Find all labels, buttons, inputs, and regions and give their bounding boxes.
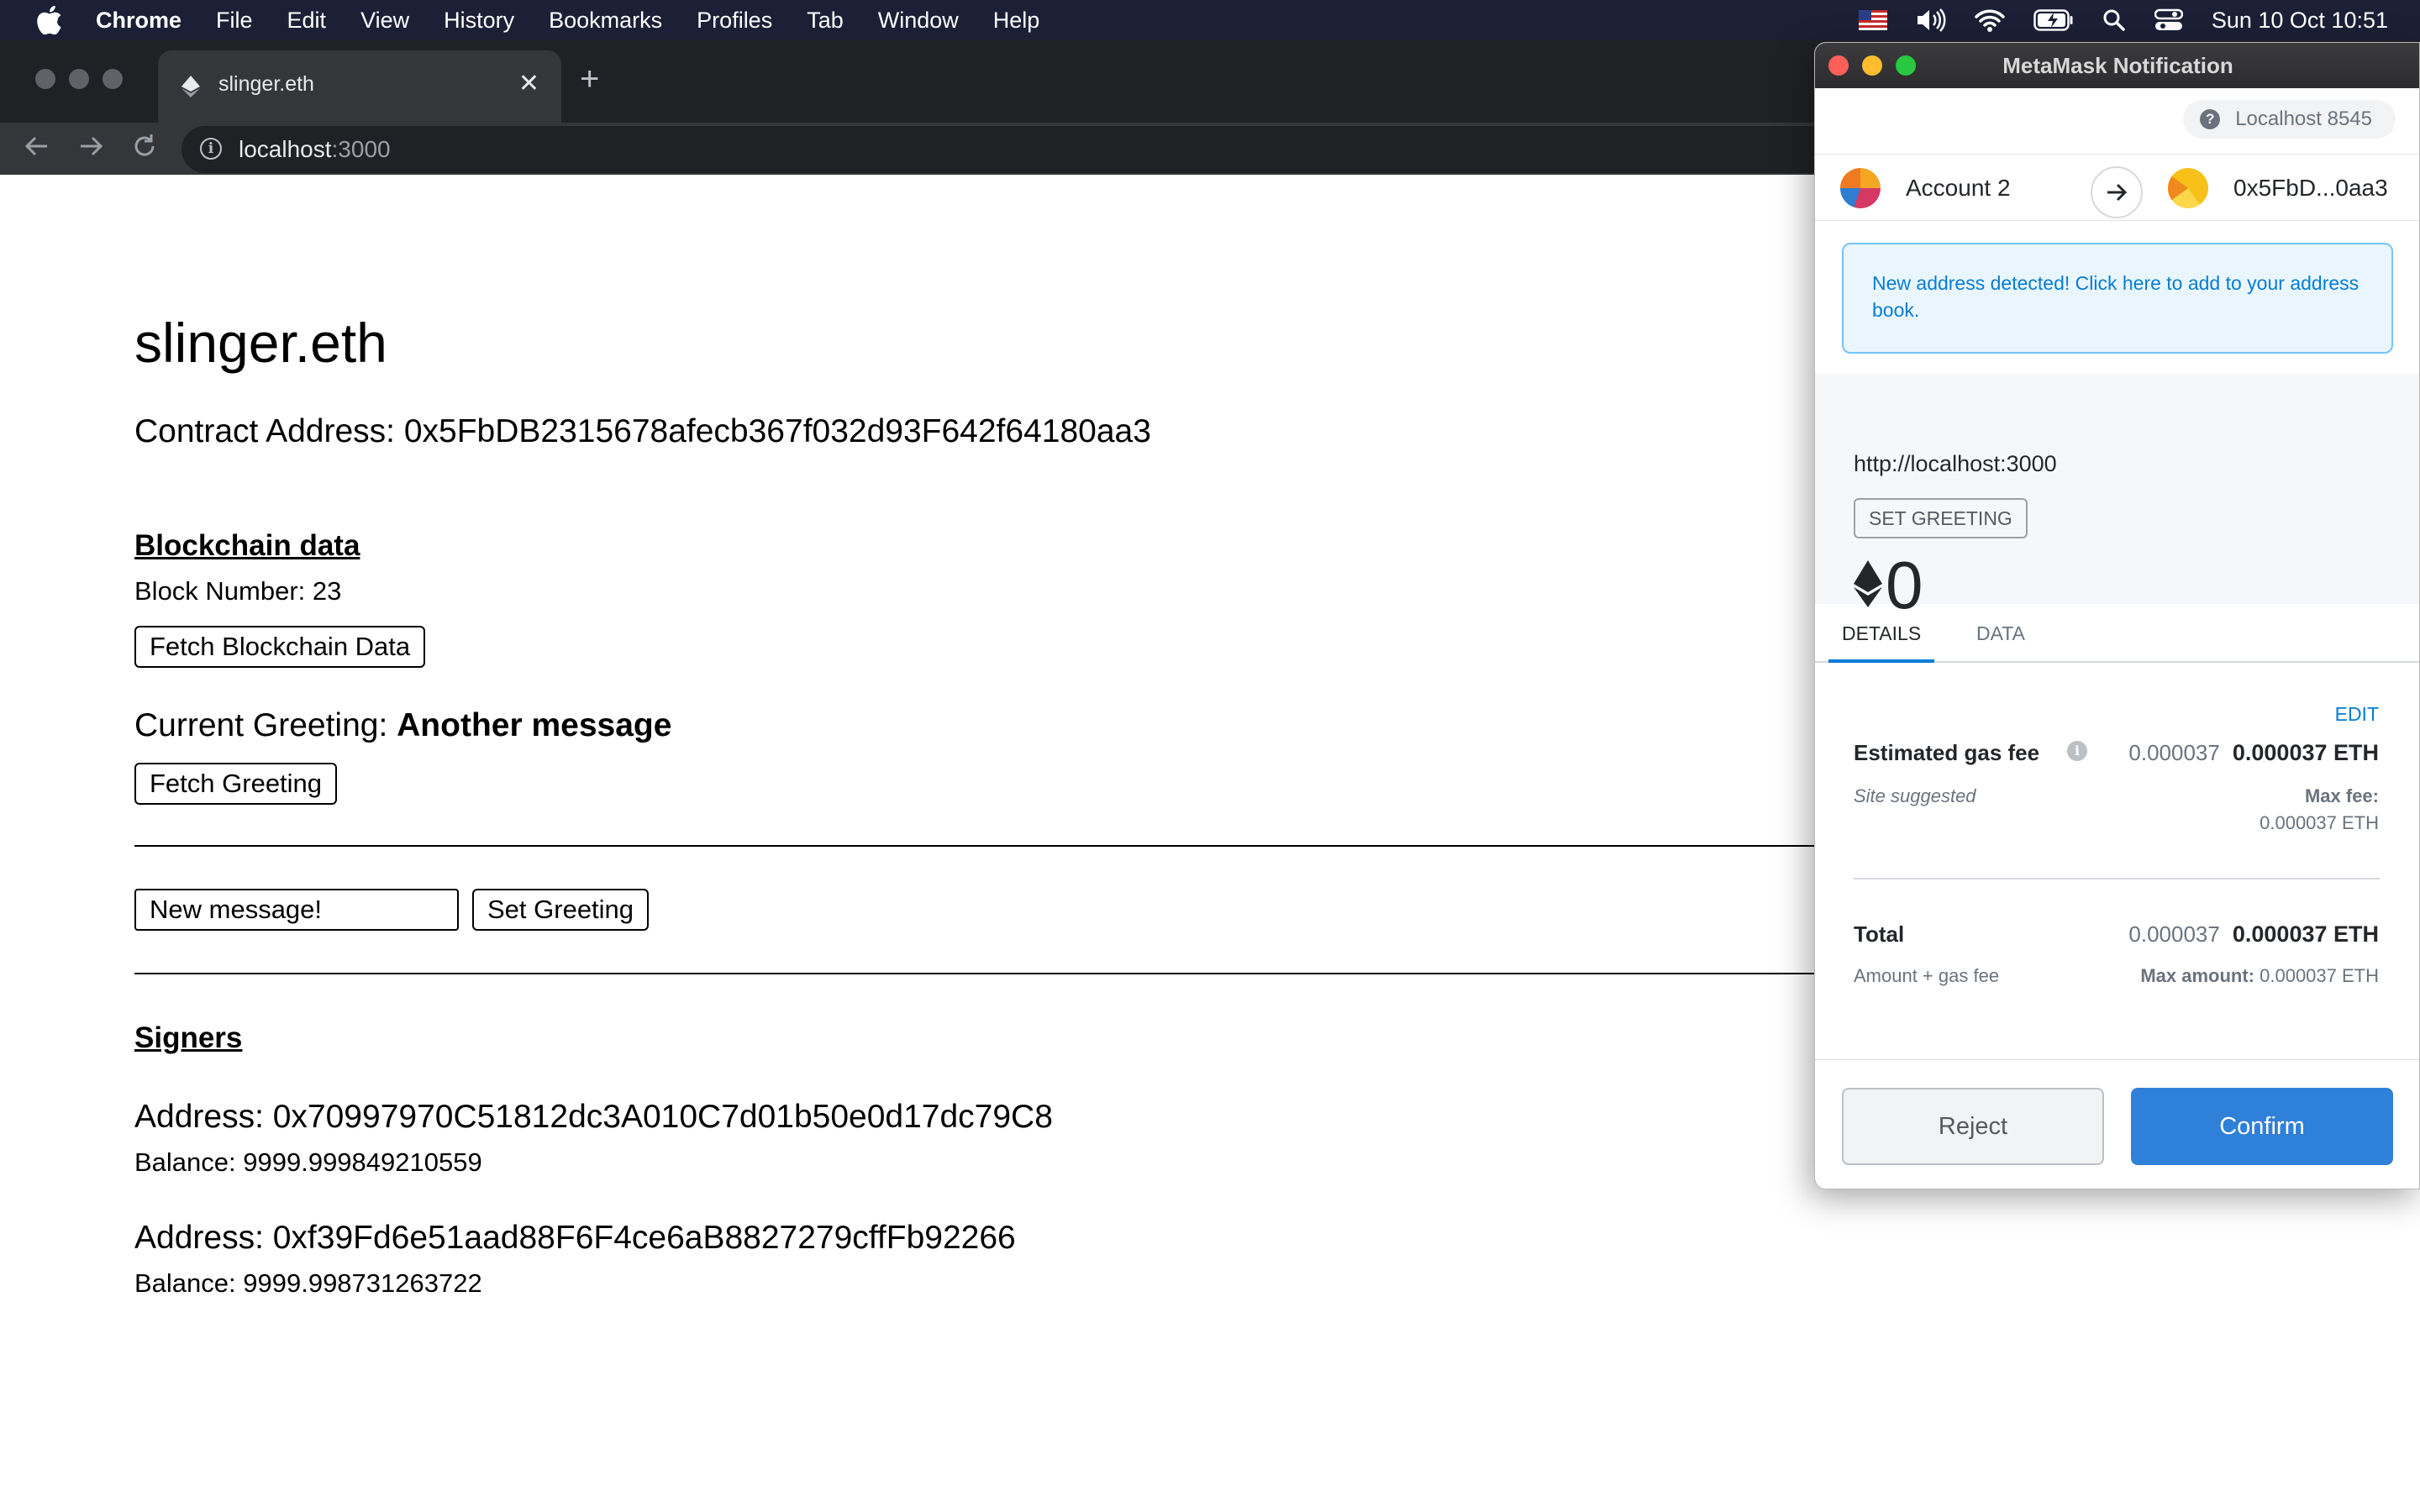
- browser-tab[interactable]: slinger.eth ✕: [158, 50, 561, 123]
- contract-address: Contract Address: 0x5FbDB2315678afecb367…: [134, 413, 1151, 449]
- arrow-right-icon: [2091, 166, 2143, 218]
- url-host: localhost: [239, 136, 332, 162]
- fetch-blockchain-data-button[interactable]: Fetch Blockchain Data: [134, 626, 426, 668]
- active-tab-indicator: [1828, 659, 1934, 663]
- fetch-greeting-button[interactable]: Fetch Greeting: [134, 763, 338, 805]
- max-fee-label: Max fee:: [2304, 785, 2379, 806]
- network-name: Localhost 8545: [2235, 108, 2372, 130]
- menu-view[interactable]: View: [360, 8, 409, 34]
- metamask-window-title: MetaMask Notification: [2002, 52, 2233, 78]
- divider: [134, 973, 1815, 974]
- block-number: Block Number: 23: [134, 576, 342, 606]
- estimated-gas-fee-label: Estimated gas fee: [1854, 740, 2039, 766]
- forward-arrow-icon[interactable]: [77, 133, 104, 167]
- back-arrow-icon[interactable]: [24, 133, 50, 167]
- signer-balance: Balance: 9999.999849210559: [134, 1147, 482, 1177]
- menu-status-area: Sun 10 Oct 10:51: [1858, 0, 2420, 40]
- window-zoom-icon[interactable]: [103, 69, 123, 89]
- current-greeting: Current Greeting: Another message: [134, 707, 671, 744]
- tab-details[interactable]: DETAILS: [1842, 622, 1921, 645]
- new-tab-icon[interactable]: +: [580, 60, 599, 98]
- to-address-avatar: [2168, 168, 2208, 208]
- confirm-button[interactable]: Confirm: [2131, 1088, 2393, 1165]
- metamask-notification-window: MetaMask Notification ? Localhost 8545 A…: [1814, 42, 2420, 1189]
- method-badge: SET GREETING: [1854, 498, 2028, 538]
- control-center-icon[interactable]: [2154, 8, 2183, 32]
- site-info-icon[interactable]: i: [200, 138, 222, 160]
- gas-fee-primary: 0.000037 ETH: [2232, 740, 2379, 765]
- blockchain-data-heading: Blockchain data: [134, 529, 360, 562]
- window-close-icon[interactable]: [1828, 55, 1849, 76]
- from-account-name[interactable]: Account 2: [1906, 175, 2011, 202]
- set-greeting-button[interactable]: Set Greeting: [472, 889, 650, 931]
- reload-icon[interactable]: [131, 133, 158, 167]
- max-amount-label: Max amount:: [2140, 965, 2254, 986]
- menubar-clock[interactable]: Sun 10 Oct 10:51: [2212, 8, 2388, 34]
- from-account-avatar: [1840, 168, 1881, 208]
- spotlight-search-icon[interactable]: [2102, 8, 2126, 32]
- page-title: slinger.eth: [134, 312, 387, 374]
- max-amount-value: 0.000037 ETH: [2260, 965, 2379, 986]
- current-greeting-value: Another message: [397, 707, 672, 743]
- volume-icon[interactable]: [1916, 8, 1946, 32]
- max-amount: Max amount: 0.000037 ETH: [2140, 965, 2379, 987]
- menu-profiles[interactable]: Profiles: [697, 8, 772, 34]
- url-port: :3000: [331, 136, 391, 162]
- total-secondary: 0.000037: [2128, 921, 2220, 947]
- current-greeting-label: Current Greeting:: [134, 707, 397, 743]
- total-label: Total: [1854, 921, 1905, 947]
- window-close-icon[interactable]: [35, 69, 55, 89]
- reject-button[interactable]: Reject: [1842, 1088, 2104, 1165]
- us-flag-icon[interactable]: [1858, 10, 1887, 30]
- gas-fee-secondary: 0.000037: [2128, 740, 2220, 765]
- menu-tab[interactable]: Tab: [807, 8, 844, 34]
- total-value: 0.000037 0.000037 ETH: [2128, 921, 2379, 948]
- battery-icon[interactable]: [2033, 9, 2074, 31]
- signer-address: Address: 0xf39Fd6e51aad88F6F4ce6aB882727…: [134, 1220, 1016, 1256]
- network-selector[interactable]: ? Localhost 8545: [2183, 100, 2396, 139]
- amount-gas-fee-label: Amount + gas fee: [1854, 965, 2000, 986]
- network-question-icon: ?: [2200, 109, 2221, 129]
- message-input-value: New message!: [150, 895, 323, 924]
- account-row: Account 2 0x5FbD...0aa3: [1815, 154, 2419, 221]
- divider: [1854, 878, 2380, 879]
- menu-history[interactable]: History: [444, 8, 514, 34]
- tab-title: slinger.eth: [218, 72, 314, 96]
- estimated-gas-fee-value: 0.000037 0.000037 ETH: [2128, 740, 2379, 766]
- footer-divider: [1815, 1059, 2419, 1060]
- address-bar-url: localhost:3000: [239, 136, 391, 163]
- menu-window[interactable]: Window: [878, 8, 959, 34]
- to-address[interactable]: 0x5FbD...0aa3: [2233, 175, 2388, 202]
- apple-menu-icon[interactable]: [35, 3, 64, 37]
- gas-info-icon[interactable]: i: [2067, 741, 2087, 761]
- total-primary: 0.000037 ETH: [2232, 921, 2379, 947]
- signer-address: Address: 0x70997970C51812dc3A010C7d01b50…: [134, 1099, 1053, 1135]
- menu-app-name[interactable]: Chrome: [96, 8, 182, 34]
- menu-bookmarks[interactable]: Bookmarks: [549, 8, 662, 34]
- menu-file[interactable]: File: [216, 8, 253, 34]
- max-fee-value: 0.000037 ETH: [2260, 812, 2379, 833]
- tab-close-icon[interactable]: ✕: [518, 69, 539, 98]
- window-zoom-icon[interactable]: [1896, 55, 1916, 76]
- divider: [134, 845, 1815, 847]
- transaction-tabs: DETAILS DATA: [1815, 604, 2419, 663]
- macos-menu-bar: Chrome File Edit View History Bookmarks …: [0, 0, 2420, 40]
- transaction-summary: http://localhost:3000 SET GREETING 0: [1815, 374, 2419, 622]
- edit-gas-link[interactable]: EDIT: [2335, 703, 2379, 726]
- gas-fee-label-text: Estimated gas fee: [1854, 740, 2040, 765]
- window-minimize-icon[interactable]: [1862, 55, 1882, 76]
- signers-heading: Signers: [134, 1021, 243, 1054]
- origin-url: http://localhost:3000: [1854, 451, 2057, 476]
- window-minimize-icon[interactable]: [69, 69, 89, 89]
- signer-balance: Balance: 9999.998731263722: [134, 1268, 482, 1298]
- menu-edit[interactable]: Edit: [287, 8, 327, 34]
- menu-help[interactable]: Help: [993, 8, 1040, 34]
- tab-data[interactable]: DATA: [1976, 622, 2025, 645]
- message-input[interactable]: New message!: [134, 889, 459, 931]
- wifi-icon[interactable]: [1975, 8, 2005, 32]
- new-address-notice[interactable]: New address detected! Click here to add …: [1842, 243, 2393, 354]
- tab-favicon-icon: [182, 76, 200, 102]
- site-suggested-label: Site suggested: [1854, 785, 1976, 806]
